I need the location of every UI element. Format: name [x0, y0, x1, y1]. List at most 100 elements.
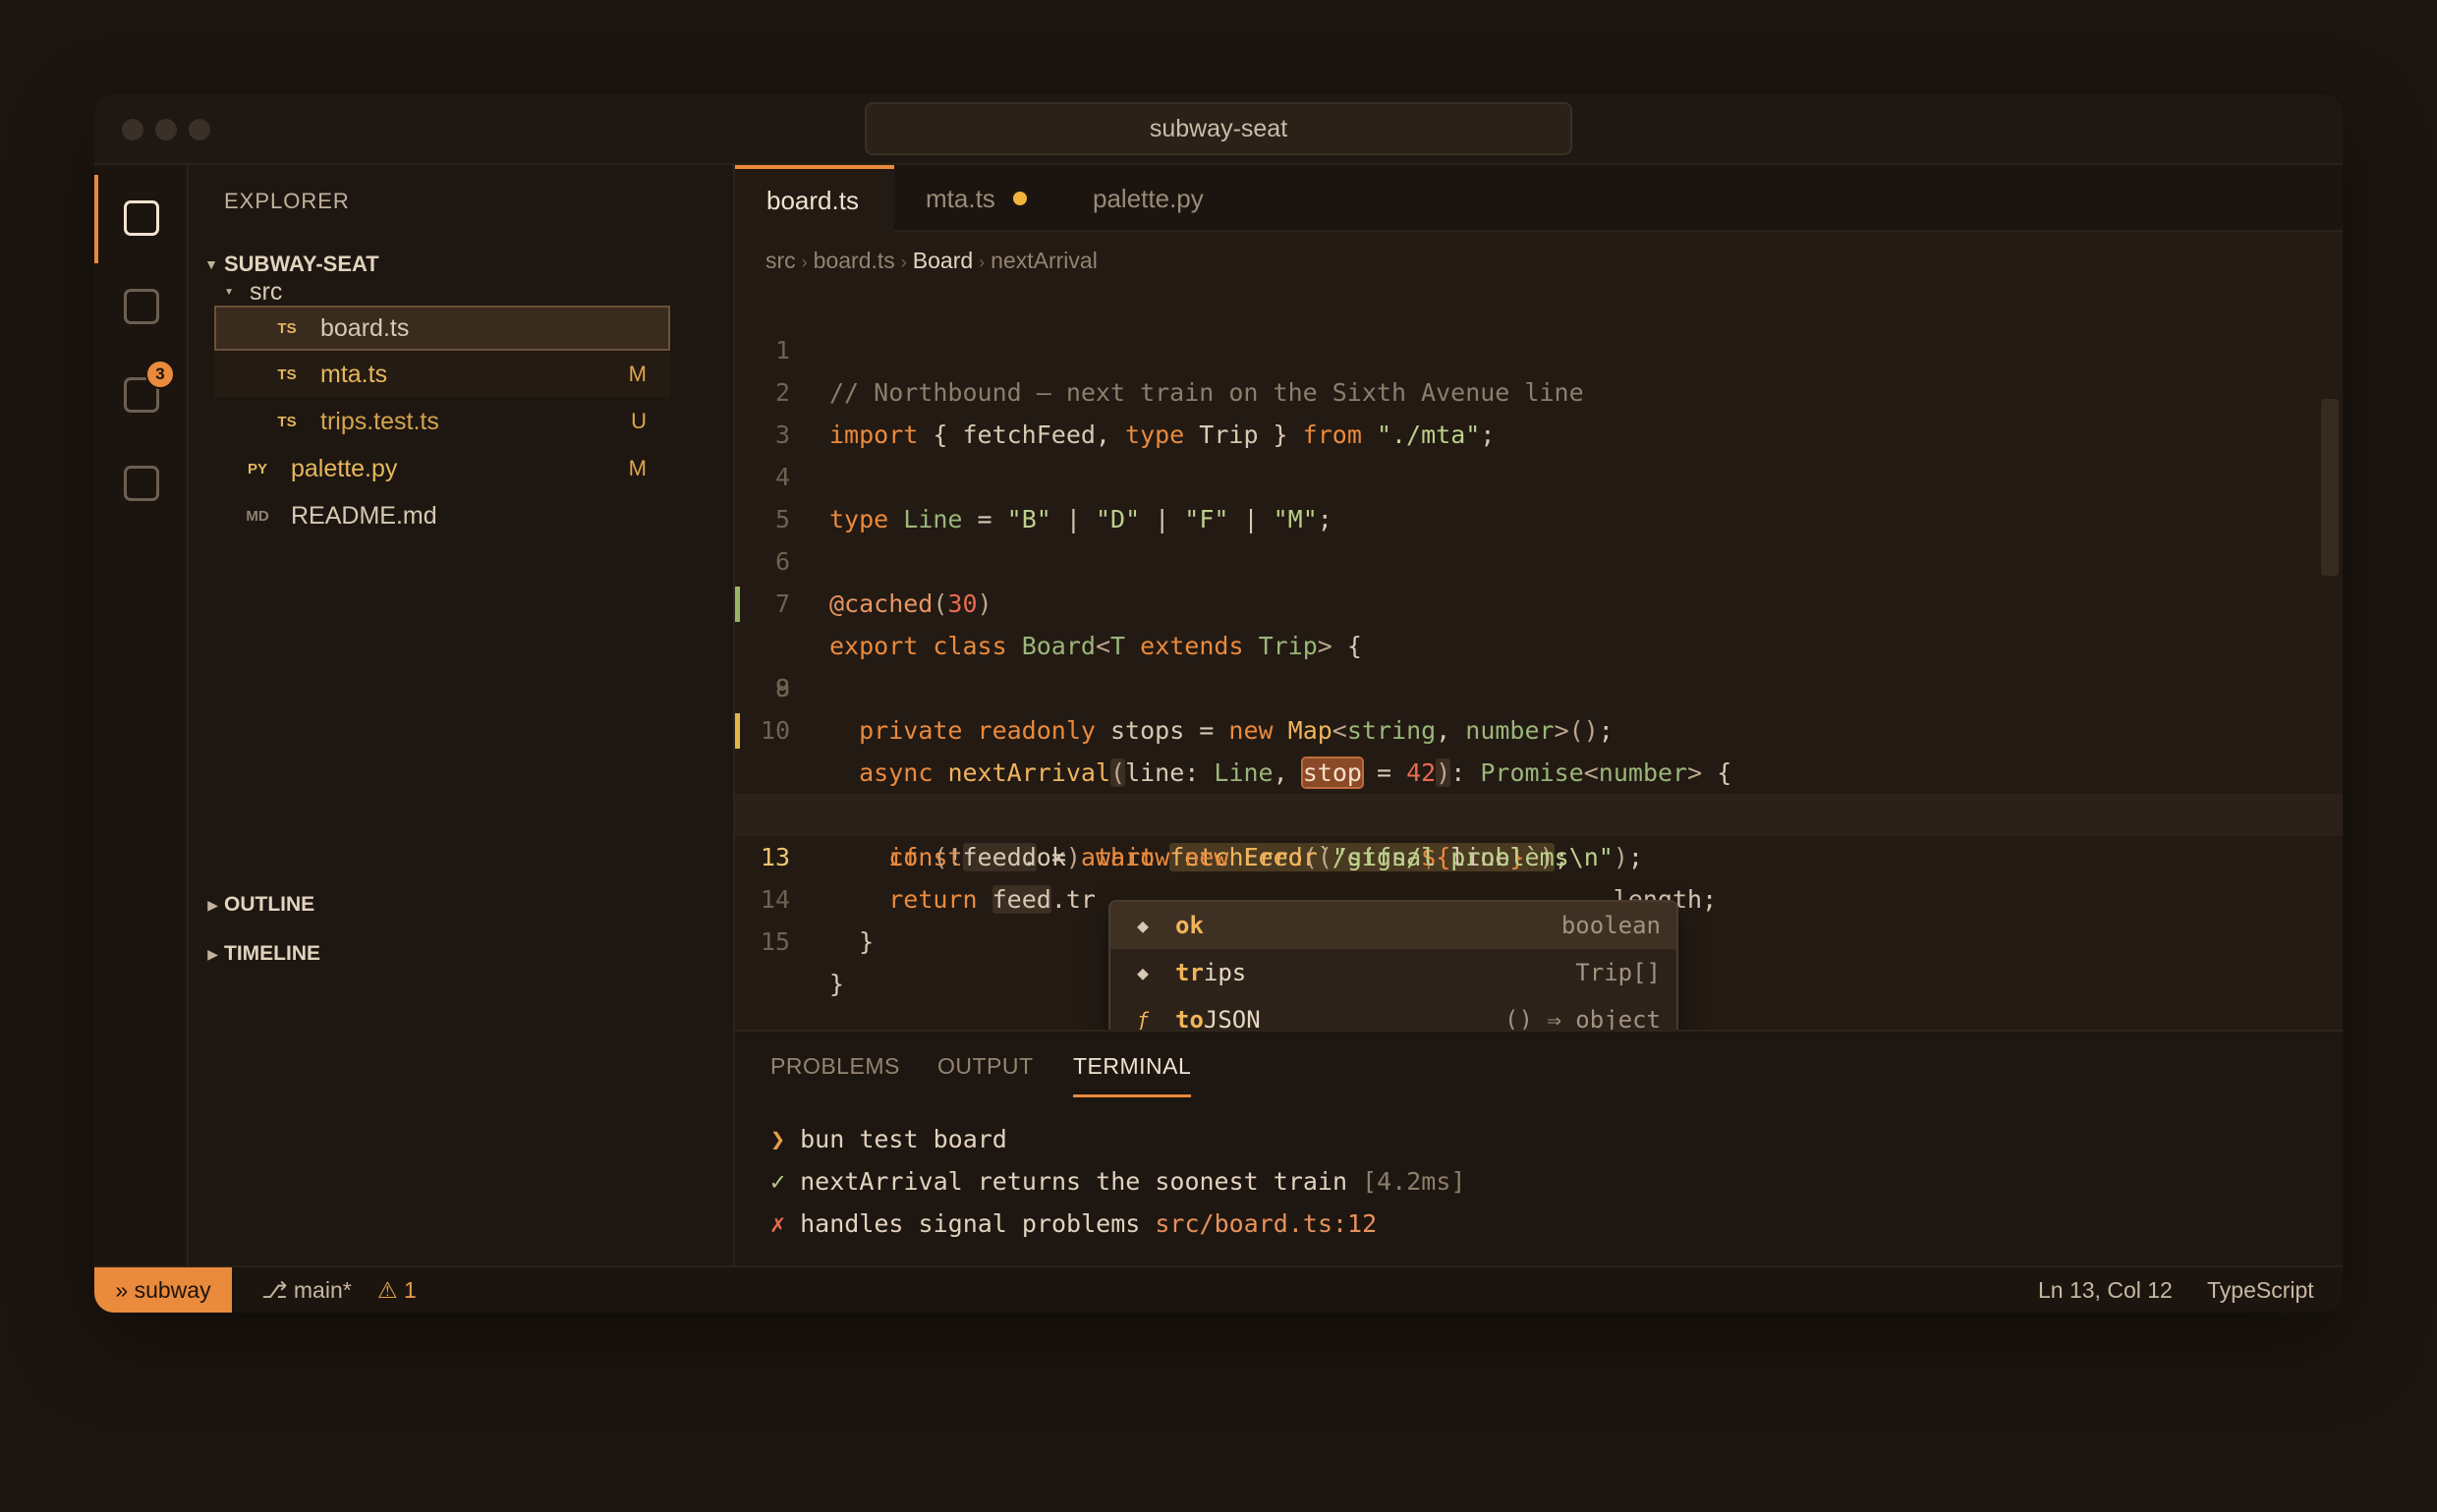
tab-terminal[interactable]: TERMINAL: [1073, 1053, 1192, 1097]
typescript-file-icon: TS: [277, 413, 297, 430]
code-line: 6 @cached(30): [735, 498, 2343, 618]
terminal-line: ✓ nextArrival returns the soonest train …: [770, 1167, 1466, 1196]
tab-problems[interactable]: PROBLEMS: [770, 1053, 900, 1080]
tab-palette-py[interactable]: palette.py: [1061, 165, 1244, 232]
explorer-icon: [124, 200, 159, 236]
maximize-window-button[interactable]: [189, 119, 210, 140]
git-branch-button[interactable]: ⎇ main*: [261, 1267, 352, 1313]
cursor-position-button[interactable]: Ln 13, Col 12: [2038, 1267, 2173, 1313]
timeline-section-header[interactable]: ▶ TIMELINE: [189, 931, 735, 977]
suggestion-item[interactable]: ◆ ok boolean: [1110, 902, 1676, 949]
outline-label: OUTLINE: [224, 893, 315, 916]
minimize-window-button[interactable]: [155, 119, 177, 140]
folder-label: src: [250, 277, 283, 306]
tab-output[interactable]: OUTPUT: [937, 1053, 1034, 1080]
git-status-badge: M: [628, 456, 647, 480]
status-bar: » subway ⎇ main* ⚠ 1 Ln 13, Col 12 TypeS…: [94, 1265, 2343, 1313]
editor-window: subway-seat 3 EXPLORER ▼ SUBWAY-SEAT ▼ s…: [94, 94, 2343, 1313]
code-line: 2 import { fetchFeed, type Trip } from "…: [735, 329, 2343, 449]
notification-badge: 3: [145, 360, 175, 389]
code-line: 3: [735, 371, 2343, 449]
file-name: board.ts: [320, 313, 410, 342]
chevron-right-icon: ▶: [207, 945, 218, 962]
added-line-marker: [735, 587, 740, 622]
tab-label: mta.ts: [926, 183, 995, 213]
code-line: 5: [735, 456, 2343, 533]
activity-bar: 3: [94, 165, 189, 1313]
remote-indicator-button[interactable]: » subway: [94, 1267, 232, 1313]
command-center-title[interactable]: subway-seat: [865, 102, 1572, 155]
breadcrumb-item[interactable]: nextArrival: [991, 248, 1098, 273]
tab-label: board.ts: [766, 185, 859, 215]
breadcrumb-item[interactable]: board.ts: [814, 248, 895, 273]
terminal-output[interactable]: ❯ bun test board ✓ nextArrival returns t…: [770, 1118, 1465, 1245]
breadcrumb: src › board.ts › Board › nextArrival: [765, 248, 1098, 274]
code-line: 14 }: [735, 836, 2343, 956]
tab-label: palette.py: [1093, 183, 1204, 213]
suggestion-label: ok: [1175, 912, 1204, 939]
suggestion-type: boolean: [1560, 912, 1661, 939]
git-status-badge: U: [631, 409, 647, 433]
tab-board-ts[interactable]: board.ts: [735, 165, 894, 232]
terminal-line: ❯ bun test board: [770, 1125, 1007, 1153]
property-icon: ◆: [1136, 914, 1150, 937]
breadcrumb-item[interactable]: src: [765, 248, 796, 273]
terminal-line: ✗ handles signal problems src/board.ts:1…: [770, 1209, 1378, 1238]
chevron-right-icon: ›: [900, 252, 907, 272]
breadcrumb-item[interactable]: Board: [913, 248, 973, 273]
modified-line-marker: [735, 713, 740, 749]
explorer-sidebar: EXPLORER ▼ SUBWAY-SEAT ▼ src TS board.ts…: [189, 165, 735, 1313]
tab-mta-ts[interactable]: mta.ts: [894, 165, 1061, 232]
file-name: README.md: [291, 501, 437, 530]
tree-file-trips-test-ts[interactable]: TS trips.test.ts U: [214, 399, 670, 444]
code-line: 4 type Line = "B" | "D" | "F" | "M";: [735, 414, 2343, 533]
extensions-icon: [124, 466, 159, 501]
warnings-button[interactable]: ⚠ 1: [377, 1267, 417, 1313]
code-line: 11 const feed = await fetchFeed(`/gtfs/$…: [735, 709, 2343, 871]
search-activity-button[interactable]: [94, 263, 189, 352]
code-lines: 1 // Northbound — next train on the Sixt…: [735, 287, 2343, 998]
editor-tab-bar: board.ts mta.ts palette.py: [735, 165, 2343, 232]
tree-file-readme-md[interactable]: MD README.md: [214, 493, 670, 538]
explorer-activity-button[interactable]: [94, 175, 189, 263]
file-name: trips.test.ts: [320, 407, 439, 435]
tree-file-board-ts[interactable]: TS board.ts: [214, 306, 670, 351]
chevron-right-icon: ▶: [207, 896, 218, 913]
code-line: 1 // Northbound — next train on the Sixt…: [735, 287, 2343, 407]
close-window-button[interactable]: [122, 119, 143, 140]
suggestion-item[interactable]: ◆ trips Trip[]: [1110, 949, 1676, 996]
tree-file-palette-py[interactable]: PY palette.py M: [214, 446, 670, 491]
python-file-icon: PY: [247, 460, 267, 477]
file-name: mta.ts: [320, 360, 388, 388]
code-line: 7 export class Board<T extends Trip> {: [735, 540, 2343, 660]
markdown-file-icon: MD: [246, 507, 269, 525]
language-mode-button[interactable]: TypeScript: [2207, 1267, 2314, 1313]
code-line: 9: [735, 625, 2343, 702]
git-status-badge: M: [628, 362, 647, 386]
outline-section-header[interactable]: ▶ OUTLINE: [189, 882, 735, 927]
typescript-file-icon: TS: [277, 319, 297, 337]
source-control-activity-button[interactable]: 3: [94, 352, 189, 440]
property-icon: ◆: [1136, 961, 1150, 984]
chevron-right-icon: ›: [979, 252, 986, 272]
suggestion-label: trips: [1175, 959, 1247, 986]
function-icon: ƒ: [1136, 1008, 1150, 1032]
chevron-right-icon: ›: [801, 252, 808, 272]
code-line: 12 if (!feed.ok) throw new Error("signal…: [735, 752, 2343, 871]
code-line-current: 13 return feed.tr .length;: [735, 794, 2343, 914]
search-icon: [124, 289, 159, 324]
chevron-down-icon: ▼: [224, 286, 234, 298]
title-bar: subway-seat: [94, 94, 2343, 165]
typescript-file-icon: TS: [277, 365, 297, 383]
code-line: 10 async nextArrival(line: Line, stop = …: [735, 667, 2343, 789]
suggestion-type: Trip[]: [1575, 959, 1661, 986]
extensions-activity-button[interactable]: [94, 440, 189, 529]
code-line: 8 private readonly stops = new Map<strin…: [735, 583, 2343, 745]
bottom-panel: PROBLEMS OUTPUT TERMINAL ❯ bun test boar…: [735, 1030, 2343, 1265]
unsaved-dot-icon: [1012, 192, 1027, 205]
tree-file-mta-ts[interactable]: TS mta.ts M: [214, 352, 670, 397]
timeline-label: TIMELINE: [224, 942, 320, 965]
explorer-title: EXPLORER: [224, 189, 350, 213]
file-name: palette.py: [291, 454, 398, 482]
line-number: 15: [760, 927, 790, 956]
